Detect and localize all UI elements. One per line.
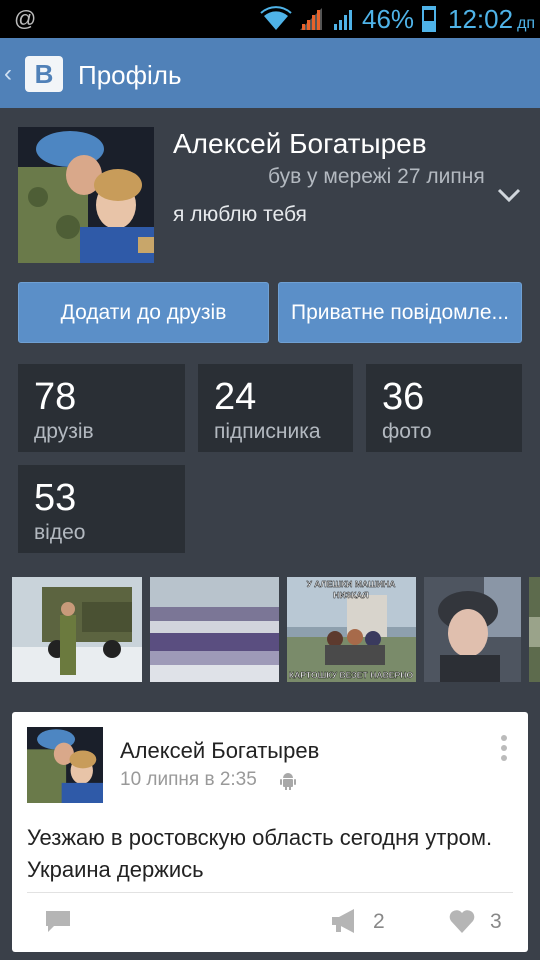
photo-thumbnail[interactable]: У АЛЕШКИ МАШИНА НИЗКАЯ КАРТОШКУ ВЕЗЕТ НА… xyxy=(287,577,416,682)
post-card: Алексей Богатырев 10 липня в 2:35 Уезжаю… xyxy=(12,712,528,952)
meme-caption-top: У АЛЕШКИ МАШИНА xyxy=(307,579,396,589)
app-header: ‹ B Профіль xyxy=(0,38,540,108)
stat-photos[interactable]: 36 фото xyxy=(366,364,522,452)
stat-label: відео xyxy=(34,521,86,544)
wifi-icon xyxy=(260,6,292,30)
clock-suffix: дп xyxy=(517,15,536,32)
chevron-down-icon[interactable] xyxy=(496,186,522,204)
post-date: 10 липня в 2:35 xyxy=(120,769,257,790)
post-text: Уезжаю в ростовскую область сегодня утро… xyxy=(27,825,493,882)
photo-thumbnail[interactable] xyxy=(150,577,279,682)
stat-value: 53 xyxy=(34,477,77,519)
battery-icon xyxy=(422,6,436,32)
share-count: 2 xyxy=(373,910,385,933)
last-seen: був у мережі 27 липня xyxy=(268,165,485,188)
photo-thumbnail[interactable] xyxy=(424,577,521,682)
clock: 12:02 дп xyxy=(448,4,535,35)
signal-icon xyxy=(300,8,322,30)
profile-name: Алексей Богатырев xyxy=(173,128,427,159)
post-author[interactable]: Алексей Богатырев xyxy=(120,738,319,764)
profile-status: я люблю тебя xyxy=(173,203,307,226)
back-icon[interactable]: ‹ xyxy=(4,60,12,88)
meme-caption-bottom: КАРТОШКУ ВЕЗЕТ НАВЕРНО xyxy=(289,670,414,680)
stat-value: 24 xyxy=(214,376,257,418)
stat-value: 36 xyxy=(382,376,425,418)
add-friend-button[interactable]: Додати до друзів xyxy=(18,282,269,343)
signal-icon xyxy=(334,10,352,30)
battery-percent: 46% xyxy=(362,4,415,34)
private-message-button[interactable]: Приватне повідомле... xyxy=(278,282,522,343)
stat-friends[interactable]: 78 друзів xyxy=(18,364,185,452)
profile-avatar[interactable] xyxy=(18,127,154,263)
stat-followers[interactable]: 24 підписника xyxy=(198,364,353,452)
android-icon xyxy=(280,773,296,790)
clock-time: 12:02 xyxy=(448,4,514,34)
stat-label: друзів xyxy=(34,420,94,443)
stat-value: 78 xyxy=(34,376,77,418)
post-avatar[interactable] xyxy=(27,727,103,803)
page-title[interactable]: Профіль xyxy=(78,60,182,91)
photo-thumbnail[interactable] xyxy=(529,577,540,682)
notification-icon: @ xyxy=(14,6,37,31)
status-bar: @ 46% 12:02 дп xyxy=(0,0,540,38)
meme-caption-top2: НИЗКАЯ xyxy=(333,590,368,600)
vk-logo[interactable]: B xyxy=(25,56,63,92)
divider xyxy=(27,892,513,893)
battery-level xyxy=(424,20,434,30)
stat-videos[interactable]: 53 відео xyxy=(18,465,185,553)
more-options-icon[interactable] xyxy=(500,734,508,762)
heart-icon[interactable] xyxy=(448,908,476,934)
photo-thumbnail[interactable] xyxy=(12,577,142,682)
stat-label: підписника xyxy=(214,420,321,443)
comment-icon[interactable] xyxy=(44,909,72,933)
share-icon[interactable] xyxy=(330,908,358,934)
like-count: 3 xyxy=(490,910,502,933)
stat-label: фото xyxy=(382,420,432,443)
